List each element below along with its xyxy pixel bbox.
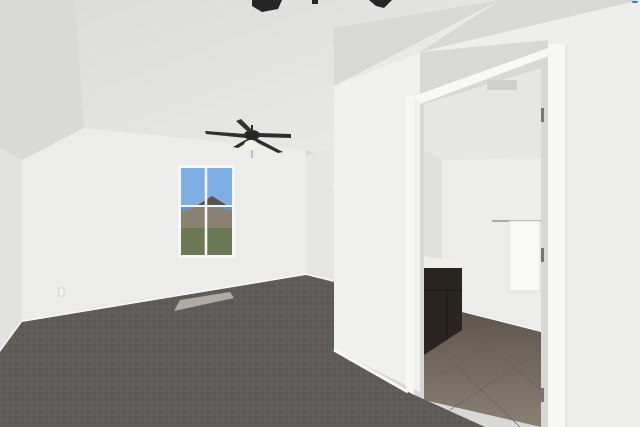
- window: [178, 165, 235, 258]
- vent-icon: [487, 80, 517, 90]
- wall-outlet: [58, 287, 65, 297]
- recess-wall: [306, 185, 334, 282]
- room-photo: [0, 0, 640, 427]
- left-wall: [0, 148, 22, 352]
- door-hinge-middle: [541, 248, 544, 262]
- door-hinge-top: [541, 108, 544, 122]
- door-hinge-bottom: [541, 388, 544, 402]
- bathroom-view: [424, 68, 544, 427]
- watermark-badge: [632, 1, 638, 3]
- towel: [508, 220, 541, 292]
- room-illustration: [0, 0, 640, 427]
